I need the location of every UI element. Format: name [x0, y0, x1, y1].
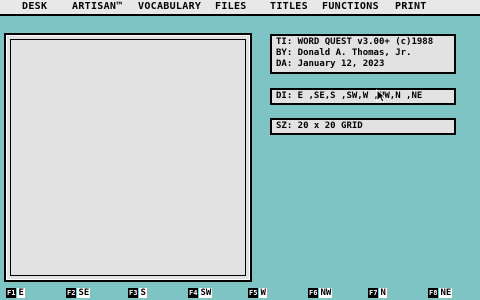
- fkey-number: F4: [188, 288, 199, 298]
- menu-print[interactable]: PRINT: [395, 2, 427, 12]
- menu-titles[interactable]: TITLES: [270, 2, 308, 12]
- fkey-label: NW: [319, 288, 333, 298]
- fkey-label: NE: [439, 288, 453, 298]
- fkey-number: F3: [128, 288, 139, 298]
- puzzle-grid[interactable]: [10, 39, 246, 276]
- puzzle-grid-border: [6, 35, 250, 280]
- fkey-w[interactable]: F5 W: [248, 288, 267, 298]
- menu-desk[interactable]: DESK: [22, 2, 47, 12]
- fkey-label: E: [17, 288, 25, 298]
- fkey-number: F5: [248, 288, 259, 298]
- fkey-number: F8: [428, 288, 439, 298]
- menu-artisan[interactable]: ARTISAN™: [72, 2, 123, 12]
- info-panel[interactable]: TI: WORD QUEST v3.00+ (c)1988 BY: Donald…: [270, 34, 456, 74]
- fkey-ne[interactable]: F8 NE: [428, 288, 453, 298]
- date-line: DA: January 12, 2023: [276, 59, 385, 69]
- fkey-s[interactable]: F3 S: [128, 288, 147, 298]
- size-value: SZ: 20 x 20 GRID: [276, 121, 363, 131]
- fkey-nw[interactable]: F6 NW: [308, 288, 333, 298]
- fkey-se[interactable]: F2 SE: [66, 288, 91, 298]
- menu-files[interactable]: FILES: [215, 2, 247, 12]
- fkey-number: F2: [66, 288, 77, 298]
- fkey-number: F7: [368, 288, 379, 298]
- fkey-e[interactable]: F1 E: [6, 288, 25, 298]
- fkey-label: SW: [199, 288, 213, 298]
- fkey-sw[interactable]: F4 SW: [188, 288, 213, 298]
- fkey-label: S: [139, 288, 147, 298]
- function-key-bar: F1 E F2 SE F3 S F4 SW F5 W F6 NW F7 N F8 NE: [0, 286, 480, 300]
- menu-functions[interactable]: FUNCTIONS: [322, 2, 379, 12]
- title-line: TI: WORD QUEST v3.00+ (c)1988: [276, 37, 434, 47]
- directions-panel[interactable]: DI: E ,SE,S ,SW,W ,NW,N ,NE: [270, 88, 456, 105]
- mouse-pointer-icon: [376, 89, 386, 103]
- fkey-label: W: [259, 288, 267, 298]
- fkey-label: SE: [77, 288, 91, 298]
- fkey-n[interactable]: F7 N: [368, 288, 387, 298]
- size-panel[interactable]: SZ: 20 x 20 GRID: [270, 118, 456, 135]
- fkey-number: F6: [308, 288, 319, 298]
- menu-bar: DESK ARTISAN™ VOCABULARY FILES TITLES FU…: [0, 0, 480, 16]
- menu-vocabulary[interactable]: VOCABULARY: [138, 2, 201, 12]
- directions-value: DI: E ,SE,S ,SW,W ,NW,N ,NE: [276, 91, 423, 101]
- puzzle-grid-frame: [4, 33, 252, 282]
- fkey-label: N: [379, 288, 387, 298]
- fkey-number: F1: [6, 288, 17, 298]
- author-line: BY: Donald A. Thomas, Jr.: [276, 48, 412, 58]
